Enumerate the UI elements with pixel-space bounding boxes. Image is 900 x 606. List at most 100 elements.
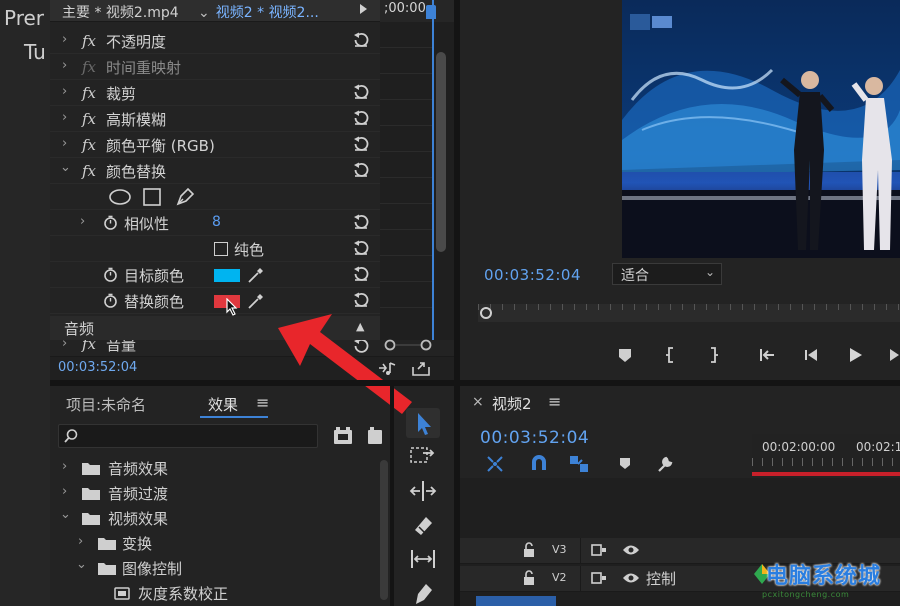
effect-row-time-remapping[interactable]: › fx 时间重映射: [50, 54, 380, 80]
slip-tool-icon[interactable]: [406, 544, 440, 574]
effect-row-opacity[interactable]: › fx 不透明度: [50, 28, 380, 54]
program-video-frame[interactable]: [622, 0, 900, 258]
reset-icon[interactable]: [352, 83, 370, 101]
property-row-target-color[interactable]: 目标颜色: [50, 262, 380, 288]
play-icon[interactable]: [356, 2, 378, 20]
eye-icon[interactable]: [622, 543, 640, 557]
fx-icon[interactable]: fx: [82, 136, 96, 154]
add-marker-icon[interactable]: [614, 344, 636, 366]
rectangle-mask-icon[interactable]: [142, 187, 162, 207]
sequence-tab-name[interactable]: 视频2: [492, 393, 532, 414]
effect-row-color-balance[interactable]: › fx 颜色平衡 (RGB): [50, 132, 380, 158]
eye-icon[interactable]: [622, 571, 640, 585]
effects-list-scrollbar[interactable]: [380, 460, 388, 600]
fx-icon[interactable]: fx: [82, 32, 96, 50]
stopwatch-icon[interactable]: [103, 267, 118, 282]
stopwatch-icon[interactable]: [103, 293, 118, 308]
play-button-icon[interactable]: [844, 344, 866, 366]
effect-controls-timecode[interactable]: 00:03:52:04: [58, 360, 137, 375]
property-row-similarity[interactable]: › 相似性 8: [50, 210, 380, 236]
eyedropper-icon[interactable]: [246, 265, 266, 285]
tree-item-video-effects[interactable]: ⌄ 视频效果: [58, 506, 376, 531]
eyedropper-icon[interactable]: [246, 291, 266, 311]
snap-magnet-icon[interactable]: [528, 454, 550, 474]
linked-selection-icon[interactable]: [568, 454, 590, 474]
ripple-edit-tool-icon[interactable]: [406, 476, 440, 506]
scrub-playhead[interactable]: [480, 307, 492, 319]
zoom-fit-dropdown[interactable]: 适合 ⌄: [612, 263, 722, 285]
effect-row-crop[interactable]: › fx 裁剪: [50, 80, 380, 106]
target-color-swatch[interactable]: [214, 269, 240, 282]
step-forward-icon[interactable]: [886, 344, 900, 366]
32bit-effects-icon[interactable]: [366, 426, 382, 446]
effects-search-field[interactable]: [58, 424, 318, 448]
fx-icon[interactable]: fx: [82, 162, 96, 180]
reset-icon[interactable]: [352, 161, 370, 179]
tree-item-gamma-correction[interactable]: 灰度系数校正: [58, 581, 376, 606]
tab-effects[interactable]: 效果: [208, 394, 238, 415]
reset-icon[interactable]: [352, 31, 370, 49]
chevron-right-icon[interactable]: ›: [62, 84, 67, 99]
search-input[interactable]: [83, 427, 313, 445]
reset-icon[interactable]: [352, 213, 370, 231]
ellipse-mask-icon[interactable]: [108, 188, 132, 206]
similarity-value[interactable]: 8: [212, 214, 221, 230]
chevron-down-icon[interactable]: ⌄: [60, 507, 71, 522]
tab-project[interactable]: 项目:未命名: [66, 394, 146, 415]
effect-controls-playhead[interactable]: [432, 0, 434, 340]
property-row-solid-color[interactable]: 纯色: [50, 236, 380, 262]
playhead-handle[interactable]: [426, 5, 436, 19]
panel-menu-icon[interactable]: ≡: [256, 393, 269, 412]
chevron-right-icon[interactable]: ›: [78, 534, 83, 549]
mark-in-icon[interactable]: [660, 344, 682, 366]
reset-icon[interactable]: [352, 265, 370, 283]
stopwatch-icon[interactable]: [103, 215, 118, 230]
fx-icon[interactable]: fx: [82, 84, 96, 102]
effect-row-gaussian-blur[interactable]: › fx 高斯模糊: [50, 106, 380, 132]
nest-sequence-icon[interactable]: [484, 454, 506, 474]
mark-out-icon[interactable]: [702, 344, 724, 366]
effect-controls-timeline-ruler[interactable]: ;00:00: [380, 0, 454, 22]
chevron-right-icon[interactable]: ›: [62, 459, 67, 474]
track-select-tool-icon[interactable]: [406, 442, 440, 472]
chevron-right-icon[interactable]: ›: [62, 32, 67, 47]
reset-icon[interactable]: [352, 109, 370, 127]
track-name[interactable]: V2: [552, 571, 567, 584]
panel-menu-icon[interactable]: ≡: [548, 392, 561, 411]
pen-tool-icon[interactable]: [406, 578, 440, 606]
chevron-down-icon[interactable]: ⌄: [76, 557, 87, 572]
go-to-in-icon[interactable]: [756, 344, 778, 366]
program-scrub-bar[interactable]: [478, 304, 900, 322]
chevron-down-icon[interactable]: ⌄: [60, 160, 71, 175]
reset-icon[interactable]: [352, 291, 370, 309]
solid-color-checkbox[interactable]: [214, 242, 228, 256]
fx-icon[interactable]: fx: [82, 110, 96, 128]
master-clip-label[interactable]: 主要 * 视频2.mp4: [62, 2, 179, 22]
v1-track-highlight[interactable]: [476, 596, 556, 606]
program-timecode[interactable]: 00:03:52:04: [484, 266, 581, 284]
accelerated-effects-icon[interactable]: [332, 426, 354, 446]
add-marker-icon[interactable]: [614, 454, 636, 474]
effect-row-color-replace[interactable]: ⌄ fx 颜色替换: [50, 158, 380, 184]
razor-tool-icon[interactable]: [406, 510, 440, 540]
track-name[interactable]: V3: [552, 543, 567, 556]
tree-item-transform[interactable]: › 变换: [58, 531, 376, 556]
chevron-right-icon[interactable]: ›: [62, 136, 67, 151]
chevron-right-icon[interactable]: ›: [62, 484, 67, 499]
lock-icon[interactable]: [522, 570, 536, 586]
timeline-ruler[interactable]: 00:02:00:00 00:02:1: [752, 434, 900, 474]
reset-icon[interactable]: [352, 135, 370, 153]
sync-lock-icon[interactable]: [590, 542, 608, 558]
fx-icon[interactable]: fx: [82, 340, 96, 353]
tree-item-image-control[interactable]: ⌄ 图像控制: [58, 556, 376, 581]
close-icon[interactable]: ×: [472, 394, 484, 410]
reset-icon[interactable]: [352, 239, 370, 257]
work-area-bar[interactable]: [752, 472, 900, 476]
sequence-clip-dropdown[interactable]: ⌄ 视频2 * 视频2...: [198, 2, 319, 22]
pen-mask-icon[interactable]: [174, 186, 196, 208]
chevron-right-icon[interactable]: ›: [62, 58, 67, 73]
step-back-icon[interactable]: [800, 344, 822, 366]
timeline-timecode[interactable]: 00:03:52:04: [480, 428, 589, 448]
tree-item-audio-transitions[interactable]: › 音频过渡: [58, 481, 376, 506]
sync-lock-icon[interactable]: [590, 570, 608, 586]
